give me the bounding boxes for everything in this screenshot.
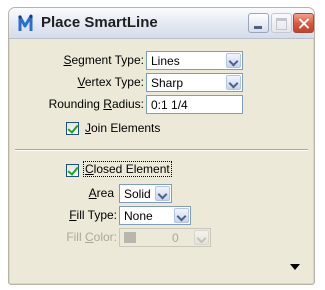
rounding-radius-input[interactable]: 0:1 1/4 (146, 95, 243, 114)
vertex-type-value: Sharp (151, 76, 184, 90)
rounding-radius-value: 0:1 1/4 (151, 98, 188, 112)
fill-type-select[interactable]: None (119, 206, 191, 225)
close-button[interactable] (293, 13, 314, 33)
area-value: Solid (124, 187, 151, 201)
maximize-button (271, 13, 292, 33)
closed-element-checkbox[interactable] (66, 164, 79, 177)
fill-color-label: Fill Color: (66, 230, 117, 244)
vertex-type-select[interactable]: Sharp (146, 73, 243, 92)
minimize-button[interactable] (248, 13, 269, 33)
segment-type-value: Lines (151, 54, 180, 68)
fill-color-select: 0 (119, 228, 211, 247)
chevron-down-icon (194, 230, 209, 245)
rounding-radius-label: Rounding Radius: (48, 97, 144, 111)
place-smartline-dialog: Place SmartLine Segment Type: Lines Vert… (8, 7, 315, 285)
area-label: Area (88, 186, 114, 200)
chevron-down-icon[interactable] (226, 75, 241, 90)
chevron-down-icon[interactable] (155, 186, 170, 201)
closed-element-label[interactable]: Closed Element (83, 161, 172, 177)
fill-color-value: 0 (172, 231, 179, 245)
title-bar[interactable]: Place SmartLine (9, 8, 314, 39)
fill-type-value: None (124, 209, 153, 223)
join-elements-label[interactable]: Join Elements (85, 121, 160, 135)
segment-type-label: Segment Type: (63, 53, 144, 67)
smartline-tool-icon (18, 14, 33, 31)
area-select[interactable]: Solid (119, 184, 172, 203)
vertex-type-label: Vertex Type: (77, 75, 145, 89)
section-divider (15, 149, 308, 151)
chevron-down-icon[interactable] (226, 53, 241, 68)
expand-arrow-icon[interactable] (290, 264, 300, 270)
color-swatch (124, 232, 136, 243)
fill-type-label: Fill Type: (69, 208, 117, 222)
join-elements-checkbox[interactable] (66, 122, 79, 135)
chevron-down-icon[interactable] (174, 208, 189, 223)
segment-type-select[interactable]: Lines (146, 51, 243, 70)
window-title: Place SmartLine (41, 14, 158, 31)
